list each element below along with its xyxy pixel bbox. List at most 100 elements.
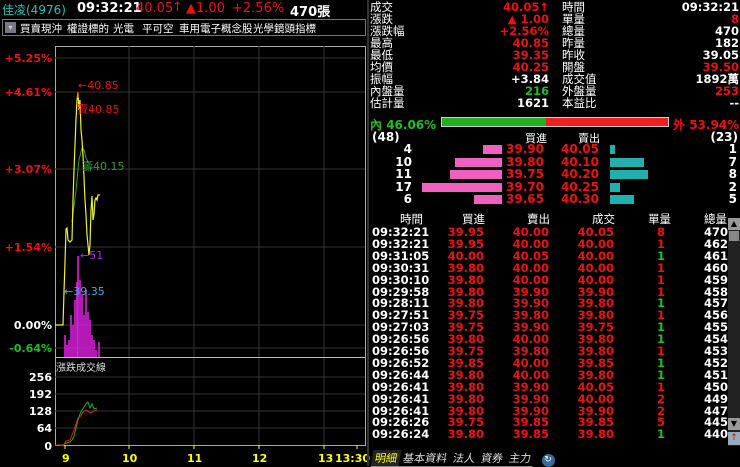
trade-bid: 39.80 bbox=[447, 379, 484, 394]
bid-price[interactable]: 39.90 bbox=[506, 143, 544, 155]
bid-qty: 6 bbox=[403, 192, 412, 206]
ask-price[interactable]: 40.30 bbox=[561, 193, 599, 205]
quote-price: 40.05 bbox=[136, 1, 174, 16]
bottom-tabs: 明細 基本資料 法人 資券 主力 ↻ bbox=[370, 450, 555, 467]
bid-qty-bar bbox=[473, 195, 502, 204]
scroll-down-icon[interactable]: ▼ bbox=[728, 418, 740, 430]
ask-price[interactable]: 40.10 bbox=[561, 156, 599, 168]
ask-qty-bar bbox=[610, 182, 620, 192]
bid-qty-bar bbox=[455, 157, 502, 167]
tab-institutional[interactable]: 法人 bbox=[448, 450, 480, 467]
dropdown-icon[interactable]: ▾ bbox=[5, 22, 16, 33]
quote-time: 09:32:21 bbox=[77, 1, 142, 16]
table-row[interactable]: 09:26:41 39.80 39.90 40.05 1 450 bbox=[370, 381, 728, 393]
bid-price[interactable]: 39.65 bbox=[506, 193, 544, 205]
y-axis-label: +4.61% bbox=[4, 86, 52, 99]
table-row[interactable]: 09:30:10 39.80 40.00 40.00 1 459 bbox=[370, 274, 728, 286]
scroll-thumb[interactable] bbox=[729, 231, 739, 241]
column-header[interactable]: 總量 bbox=[704, 213, 727, 225]
x-axis-label: 9 bbox=[62, 452, 70, 465]
x-axis-label: 12 bbox=[252, 452, 268, 465]
sub-y-label: 192 bbox=[29, 388, 52, 401]
up-arrow-icon: ↑ bbox=[172, 0, 183, 15]
scroll-end-icon[interactable]: ↑ bbox=[728, 432, 740, 445]
info-row: 成交 40.05↑ 時間 09:32:21 bbox=[370, 1, 740, 13]
sub-chart-title: 漲跌成交線 bbox=[56, 363, 106, 374]
table-row[interactable]: 09:31:05 40.00 40.05 40.00 1 461 bbox=[370, 250, 728, 262]
bid-price[interactable]: 39.75 bbox=[506, 168, 544, 180]
tag[interactable]: 買賣現沖 bbox=[20, 21, 62, 36]
avg-price-label: 壽40.15 bbox=[82, 160, 125, 173]
x-axis-label: 11 bbox=[187, 452, 203, 465]
table-row[interactable]: 09:26:41 39.80 39.90 40.00 2 449 bbox=[370, 393, 728, 405]
trade-time: 09:26:44 bbox=[372, 367, 430, 382]
column-header[interactable]: 賣出 bbox=[527, 213, 550, 225]
tag[interactable]: 車用電子概念股 bbox=[179, 21, 253, 36]
ask-qty-bar bbox=[610, 157, 644, 167]
table-row[interactable]: 09:30:31 39.80 40.00 40.00 1 460 bbox=[370, 262, 728, 274]
tag-bar: ▾ 買賣現沖 權證標的 光電 平可空 車用電子概念股 光學鏡頭指標 bbox=[2, 19, 366, 36]
tag[interactable]: 平可空 bbox=[142, 21, 174, 36]
column-header[interactable]: 成交 bbox=[592, 213, 615, 225]
info-row: 振幅 +3.84 成交值 1892萬 bbox=[370, 73, 740, 85]
tag[interactable]: 光學鏡頭指標 bbox=[253, 21, 316, 36]
ask-price[interactable]: 40.05 bbox=[561, 143, 599, 155]
info-row: 最低 39.35 昨收 39.05 bbox=[370, 49, 740, 61]
trade-bid: 39.80 bbox=[447, 391, 484, 406]
trade-total: 450 bbox=[703, 379, 728, 394]
max-volume-label: ←51 bbox=[80, 249, 104, 262]
quote-header: 佳凌(4976) 09:32:21 40.05 ↑ ▲1.00 +2.56% 4… bbox=[0, 0, 368, 20]
trade-price: 39.80 bbox=[577, 427, 614, 442]
column-header[interactable]: 時間 bbox=[400, 213, 423, 225]
info-value: -- bbox=[729, 96, 739, 110]
bid-price[interactable]: 39.70 bbox=[506, 181, 544, 193]
sub-y-label: 0 bbox=[44, 440, 52, 453]
ask-qty-bar bbox=[610, 170, 649, 179]
y-axis-label: +1.54% bbox=[4, 241, 52, 254]
tag[interactable]: 光電 bbox=[113, 21, 134, 36]
trade-qty: 1 bbox=[656, 272, 665, 287]
bid-qty-bar bbox=[483, 145, 502, 154]
x-axis-label: 13:30 bbox=[335, 452, 371, 465]
sell-high-label: 賣40.85 bbox=[77, 103, 120, 116]
tag[interactable]: 權證標的 bbox=[67, 21, 109, 36]
stock-name[interactable]: 佳凌(4976) bbox=[2, 1, 66, 18]
trade-qty: 1 bbox=[656, 248, 665, 263]
scroll-up-icon[interactable]: ▲ bbox=[728, 218, 740, 230]
tab-basic-info[interactable]: 基本資料 bbox=[398, 450, 452, 467]
column-header[interactable]: 買進 bbox=[462, 213, 485, 225]
info-row: 估計量 1621 本益比 -- bbox=[370, 97, 740, 109]
tab-major-players[interactable]: 主力 bbox=[504, 450, 536, 467]
bid-price[interactable]: 39.80 bbox=[506, 156, 544, 168]
tab-margin[interactable]: 資券 bbox=[476, 450, 508, 467]
tab-detail[interactable]: 明細 bbox=[370, 450, 402, 467]
bid-qty: 10 bbox=[395, 154, 412, 169]
panel-divider[interactable] bbox=[367, 0, 369, 466]
trade-total: 459 bbox=[703, 272, 728, 287]
y-axis-label: -0.64% bbox=[9, 342, 52, 355]
refresh-icon[interactable]: ↻ bbox=[541, 454, 555, 467]
bid-qty-bar bbox=[422, 182, 502, 192]
info-row: 內盤量 216 外盤量 253 bbox=[370, 85, 740, 97]
column-header[interactable]: 單量 bbox=[648, 213, 671, 225]
scrollbar[interactable]: ▲ ▼ ↑ bbox=[728, 218, 740, 446]
bid-qty: 17 bbox=[395, 179, 412, 194]
trade-ask: 39.90 bbox=[512, 379, 549, 394]
trade-qty: 1 bbox=[656, 367, 665, 382]
trade-ask: 40.00 bbox=[512, 272, 549, 287]
table-row[interactable]: 09:26:24 39.80 39.85 39.80 1 440 bbox=[370, 428, 728, 440]
trade-total: 460 bbox=[703, 260, 728, 275]
trade-time: 09:30:31 bbox=[372, 260, 430, 275]
ask-price[interactable]: 40.20 bbox=[561, 168, 599, 180]
order-book-row: 17 39.70 40.25 2 bbox=[370, 181, 740, 193]
ask-qty-bar bbox=[610, 195, 634, 204]
low-price-label: ←39.35 bbox=[64, 285, 105, 298]
trade-total: 440 bbox=[703, 427, 728, 442]
info-label: 估計量 bbox=[370, 96, 405, 110]
table-row[interactable]: 09:26:44 39.80 40.00 39.80 1 451 bbox=[370, 369, 728, 381]
trade-total: 451 bbox=[703, 367, 728, 382]
ask-qty: 2 bbox=[728, 179, 737, 194]
trade-qty: 1 bbox=[656, 260, 665, 275]
ask-price[interactable]: 40.25 bbox=[561, 181, 599, 193]
high-price-label: ←40.85 bbox=[78, 79, 119, 92]
